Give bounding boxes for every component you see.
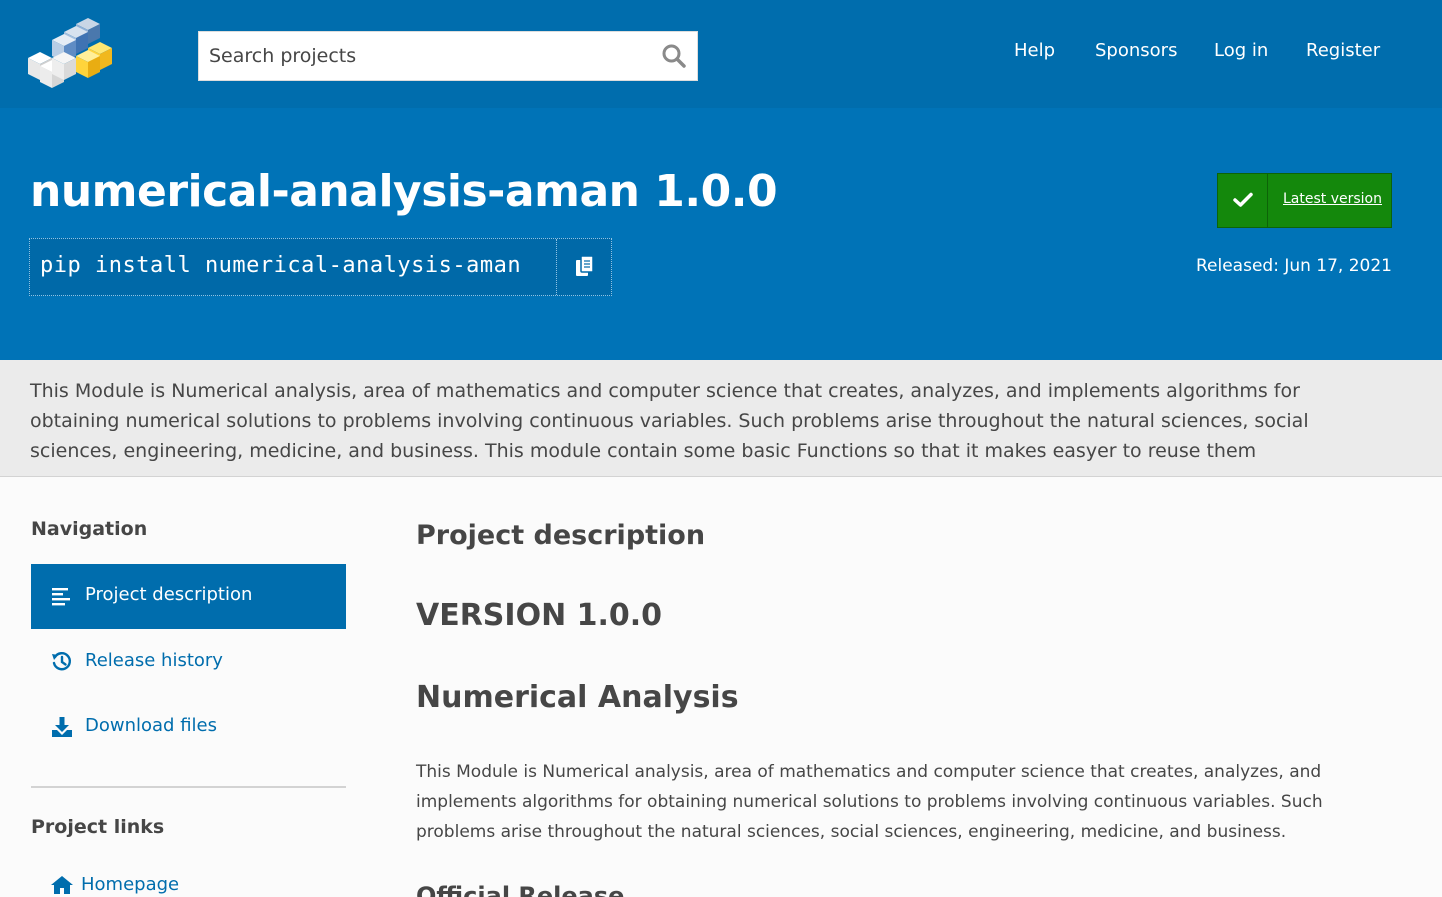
latest-version-button[interactable]: Latest version (1217, 173, 1392, 228)
pip-command[interactable]: pip install numerical-analysis-aman (40, 253, 521, 278)
top-header: Help Sponsors Log in Register (0, 0, 1442, 108)
homepage-link-label: Homepage (81, 874, 180, 895)
sidebar-item-label: Download files (85, 715, 217, 736)
sidebar-item-label: Release history (85, 650, 223, 671)
release-date: Released: Jun 17, 2021 (1195, 256, 1392, 276)
sidebar-item-release-history[interactable]: Release history (31, 630, 346, 695)
sidebar-item-download-files[interactable]: Download files (31, 695, 346, 760)
package-title: numerical-analysis-aman 1.0.0 (30, 166, 778, 217)
nav-login-link[interactable]: Log in (1214, 40, 1268, 61)
check-icon (1218, 174, 1268, 227)
history-icon (51, 651, 73, 673)
summary-text: This Module is Numerical analysis, area … (30, 380, 1309, 462)
pypi-logo[interactable] (28, 18, 112, 90)
nav-help-link[interactable]: Help (1014, 40, 1055, 61)
copy-button[interactable] (556, 239, 612, 295)
copy-icon (576, 255, 594, 276)
sidebar-item-project-description[interactable]: Project description (31, 564, 346, 629)
home-icon (51, 876, 73, 894)
search-box (198, 31, 698, 81)
pypi-logo-icon (28, 18, 112, 88)
official-release-heading: Official Release (416, 882, 625, 897)
download-icon (51, 716, 73, 738)
project-links-heading: Project links (31, 816, 165, 838)
navigation-heading: Navigation (31, 518, 148, 540)
nav-register-link[interactable]: Register (1306, 40, 1380, 61)
latest-version-label: Latest version (1283, 191, 1382, 207)
package-banner: numerical-analysis-aman 1.0.0 pip instal… (0, 108, 1442, 360)
search-icon[interactable] (661, 43, 687, 69)
numerical-analysis-heading: Numerical Analysis (416, 680, 739, 715)
nav-sponsors-link[interactable]: Sponsors (1095, 40, 1177, 61)
package-summary: This Module is Numerical analysis, area … (0, 360, 1442, 477)
search-input[interactable] (199, 32, 639, 80)
version-heading: VERSION 1.0.0 (416, 598, 663, 633)
description-paragraph: This Module is Numerical analysis, area … (416, 762, 1323, 842)
sidebar-divider (31, 786, 346, 788)
align-left-icon (51, 585, 73, 607)
project-description-heading: Project description (416, 520, 706, 551)
sidebar-item-label: Project description (85, 584, 253, 605)
pip-install-box: pip install numerical-analysis-aman (29, 238, 612, 296)
